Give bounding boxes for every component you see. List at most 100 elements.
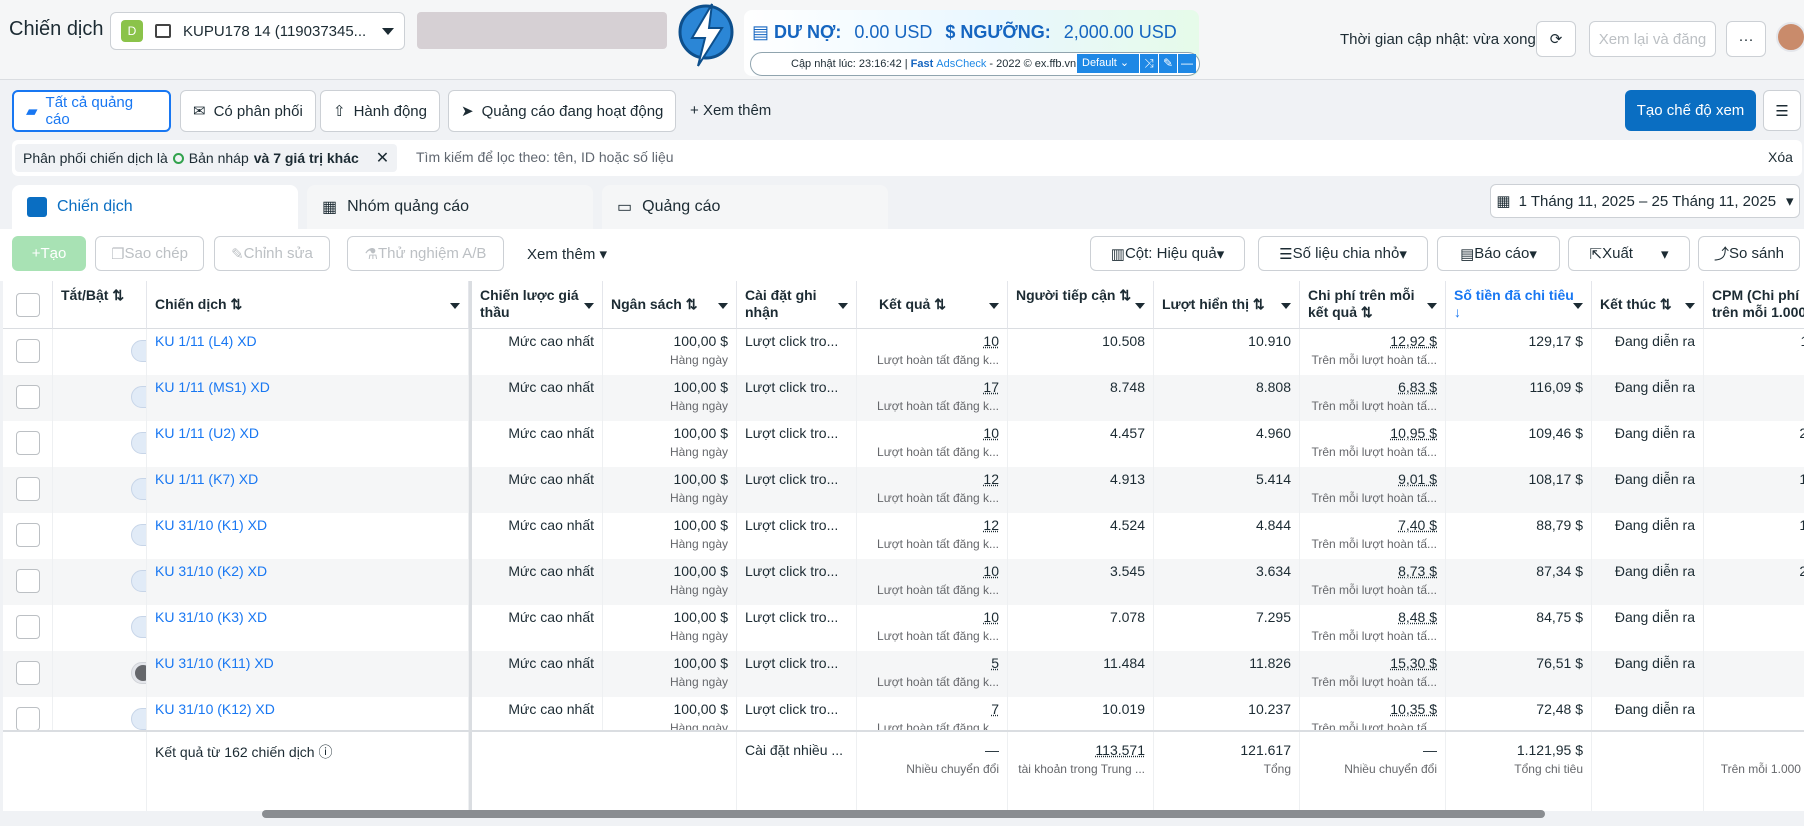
row-checkbox[interactable] bbox=[16, 661, 40, 685]
table-row[interactable]: KU 31/10 (K3) XD Mức cao nhất 100,00 $ Hàng… bbox=[3, 605, 1804, 651]
ab-test-button[interactable]: ⚗ Thử nghiệm A/B bbox=[347, 236, 504, 271]
col-cost-per-result[interactable]: Chi phí trên mỗi kết quả ⇅ bbox=[1300, 281, 1446, 329]
col-cpm[interactable]: CPM (Chi phí trên mỗi 1.000 bbox=[1704, 281, 1804, 329]
cpr-cell: 10,95 $ Trên mỗi lượt hoàn tấ... bbox=[1300, 421, 1446, 467]
more-options-button[interactable]: ··· bbox=[1726, 21, 1766, 57]
delivery-toggle[interactable] bbox=[131, 432, 146, 454]
campaign-name-link[interactable]: KU 1/11 (L4) XD bbox=[147, 329, 469, 375]
preset-select[interactable]: Default ⌄ bbox=[1077, 54, 1139, 73]
clear-filters-button[interactable]: Xóa bbox=[1768, 149, 1793, 165]
duplicate-button[interactable]: ❐ Sao chép bbox=[95, 236, 204, 271]
col-bid[interactable]: Chiến lược giá thầu bbox=[469, 281, 603, 329]
table-row[interactable]: KU 1/11 (L4) XD Mức cao nhất 100,00 $ Hàng … bbox=[3, 329, 1804, 375]
row-checkbox[interactable] bbox=[16, 431, 40, 455]
col-ends[interactable]: Kết thúc ⇅ bbox=[1592, 281, 1704, 329]
create-button[interactable]: + Tạo bbox=[12, 236, 86, 271]
col-reach[interactable]: Người tiếp cận ⇅ bbox=[1008, 281, 1154, 329]
campaign-name-link[interactable]: KU 1/11 (U2) XD bbox=[147, 421, 469, 467]
export-button[interactable]: ⇱ Xuất ▾ bbox=[1568, 236, 1690, 271]
col-budget-label: Ngân sách ⇅ bbox=[611, 296, 698, 312]
edit-button[interactable]: ✎ Chỉnh sửa bbox=[214, 236, 330, 271]
shuffle-icon[interactable]: ⤨ bbox=[1140, 54, 1158, 73]
date-range-picker[interactable]: ▦ 1 Tháng 11, 2025 – 25 Tháng 11, 2025 ▾ bbox=[1490, 184, 1800, 218]
see-more-filters[interactable]: + Xem thêm bbox=[690, 102, 771, 119]
row-checkbox[interactable] bbox=[16, 339, 40, 363]
refresh-button[interactable]: ⟳ bbox=[1536, 21, 1576, 57]
col-campaign[interactable]: Chiến dịch ⇅ bbox=[147, 281, 469, 329]
search-input[interactable]: Tìm kiếm để lọc theo: tên, ID hoặc số li… bbox=[416, 149, 674, 165]
debt-label: DƯ NỢ: bbox=[774, 22, 842, 42]
minimize-icon[interactable]: — bbox=[1178, 54, 1196, 73]
row-checkbox[interactable] bbox=[16, 615, 40, 639]
row-checkbox[interactable] bbox=[16, 477, 40, 501]
table-row[interactable]: KU 1/11 (K7) XD Mức cao nhất 100,00 $ Hàng … bbox=[3, 467, 1804, 513]
footer-results: — Nhiều chuyển đổi bbox=[857, 732, 1008, 811]
campaign-name-link[interactable]: KU 31/10 (K2) XD bbox=[147, 559, 469, 605]
review-publish-button[interactable]: Xem lại và đăng bbox=[1589, 21, 1716, 57]
results-type: Lượt hoàn tất đăng k... bbox=[877, 583, 999, 597]
create-label: Tạo bbox=[40, 245, 67, 262]
create-view-button[interactable]: Tạo chế độ xem bbox=[1625, 90, 1756, 131]
attribution-setting: Lượt click tro... bbox=[737, 329, 857, 375]
col-amount-spent[interactable]: Số tiền đã chi tiêu ↓ bbox=[1446, 281, 1592, 329]
col-impressions[interactable]: Lượt hiển thị ⇅ bbox=[1154, 281, 1300, 329]
delivery-toggle[interactable] bbox=[131, 524, 146, 546]
horizontal-scrollbar[interactable] bbox=[262, 810, 1545, 818]
columns-button[interactable]: ▥ Cột: Hiệu quả ▾ bbox=[1090, 236, 1245, 271]
tab-campaigns[interactable]: Chiến dịch bbox=[12, 185, 298, 229]
delivery-toggle[interactable] bbox=[131, 708, 146, 730]
avatar[interactable] bbox=[1776, 22, 1804, 52]
edit-icon[interactable]: ✎ bbox=[1159, 54, 1177, 73]
col-attribution[interactable]: Cài đặt ghi nhận bbox=[737, 281, 857, 329]
filter-delivered[interactable]: ✉ Có phân phối bbox=[180, 90, 316, 132]
row-checkbox[interactable] bbox=[16, 707, 40, 731]
info-icon[interactable]: ⓘ bbox=[318, 744, 332, 760]
table-row[interactable]: KU 1/11 (MS1) XD Mức cao nhất 100,00 $ Hàng… bbox=[3, 375, 1804, 421]
tab-ads[interactable]: ▭ Quảng cáo bbox=[602, 185, 888, 229]
row-checkbox[interactable] bbox=[16, 569, 40, 593]
campaign-name-link[interactable]: KU 1/11 (K7) XD bbox=[147, 467, 469, 513]
account-selector[interactable]: D KUPU178 14 (119037345... bbox=[110, 12, 405, 50]
folder-icon: ▰ bbox=[26, 103, 38, 120]
row-checkbox[interactable] bbox=[16, 523, 40, 547]
filter-all-ads[interactable]: ▰ Tất cả quảng cáo bbox=[12, 90, 171, 132]
breakdown-button[interactable]: ☰ Số liệu chia nhỏ ▾ bbox=[1258, 236, 1428, 271]
row-checkbox[interactable] bbox=[16, 385, 40, 409]
table-row[interactable]: KU 31/10 (K1) XD Mức cao nhất 100,00 $ Hàng… bbox=[3, 513, 1804, 559]
delivery-toggle[interactable] bbox=[131, 340, 146, 362]
delivery-toggle[interactable] bbox=[131, 616, 146, 638]
budget-type: Hàng ngày bbox=[669, 491, 728, 505]
close-icon[interactable]: ✕ bbox=[376, 148, 389, 168]
results-cell: 10 Lượt hoàn tất đăng k... bbox=[857, 605, 1008, 651]
delivery-toggle[interactable] bbox=[131, 662, 146, 684]
active-filter-chip[interactable]: Phân phối chiến dịch là Bản nháp và 7 gi… bbox=[15, 144, 398, 172]
filter-actions[interactable]: ⇧ Hành động bbox=[320, 90, 440, 132]
row-select-cell bbox=[3, 421, 53, 467]
compare-button[interactable]: ⤴ So sánh bbox=[1698, 236, 1800, 271]
campaign-name-link[interactable]: KU 31/10 (K1) XD bbox=[147, 513, 469, 559]
more-actions-button[interactable]: Xem thêm ▾ bbox=[527, 245, 607, 280]
cpr-cell: 12,92 $ Trên mỗi lượt hoàn tấ... bbox=[1300, 329, 1446, 375]
delivery-toggle[interactable] bbox=[131, 478, 146, 500]
tab-adsets[interactable]: ▦ Nhóm quảng cáo bbox=[307, 185, 593, 229]
delivery-toggle[interactable] bbox=[131, 386, 146, 408]
campaign-name-link[interactable]: KU 31/10 (K3) XD bbox=[147, 605, 469, 651]
select-all-checkbox[interactable] bbox=[16, 293, 40, 317]
amount-spent-value: 108,17 $ bbox=[1446, 467, 1592, 513]
col-toggle[interactable]: Tắt/Bật ⇅ bbox=[53, 281, 147, 329]
table-row[interactable]: KU 31/10 (K2) XD Mức cao nhất 100,00 $ Hàng… bbox=[3, 559, 1804, 605]
table-row[interactable]: KU 1/11 (U2) XD Mức cao nhất 100,00 $ Hàng … bbox=[3, 421, 1804, 467]
campaign-name-link[interactable]: KU 31/10 (K11) XD bbox=[147, 651, 469, 697]
settings-sliders-button[interactable]: ☰ bbox=[1763, 90, 1801, 131]
filter-active-label: Quảng cáo đang hoạt động bbox=[481, 102, 664, 120]
col-results[interactable]: Kết quả ⇅ bbox=[857, 281, 1008, 329]
reports-button[interactable]: ▤ Báo cáo ▾ bbox=[1437, 236, 1560, 271]
columns-icon: ▥ bbox=[1110, 245, 1125, 263]
filter-actions-label: Hành động bbox=[353, 102, 427, 120]
filter-active-ads[interactable]: ➤ Quảng cáo đang hoạt động bbox=[448, 90, 677, 132]
campaign-name-link[interactable]: KU 1/11 (MS1) XD bbox=[147, 375, 469, 421]
col-budget[interactable]: Ngân sách ⇅ bbox=[603, 281, 737, 329]
row-toggle-cell bbox=[53, 513, 147, 559]
table-row[interactable]: KU 31/10 (K11) XD Mức cao nhất 100,00 $ Hàn… bbox=[3, 651, 1804, 697]
delivery-toggle[interactable] bbox=[131, 570, 146, 592]
